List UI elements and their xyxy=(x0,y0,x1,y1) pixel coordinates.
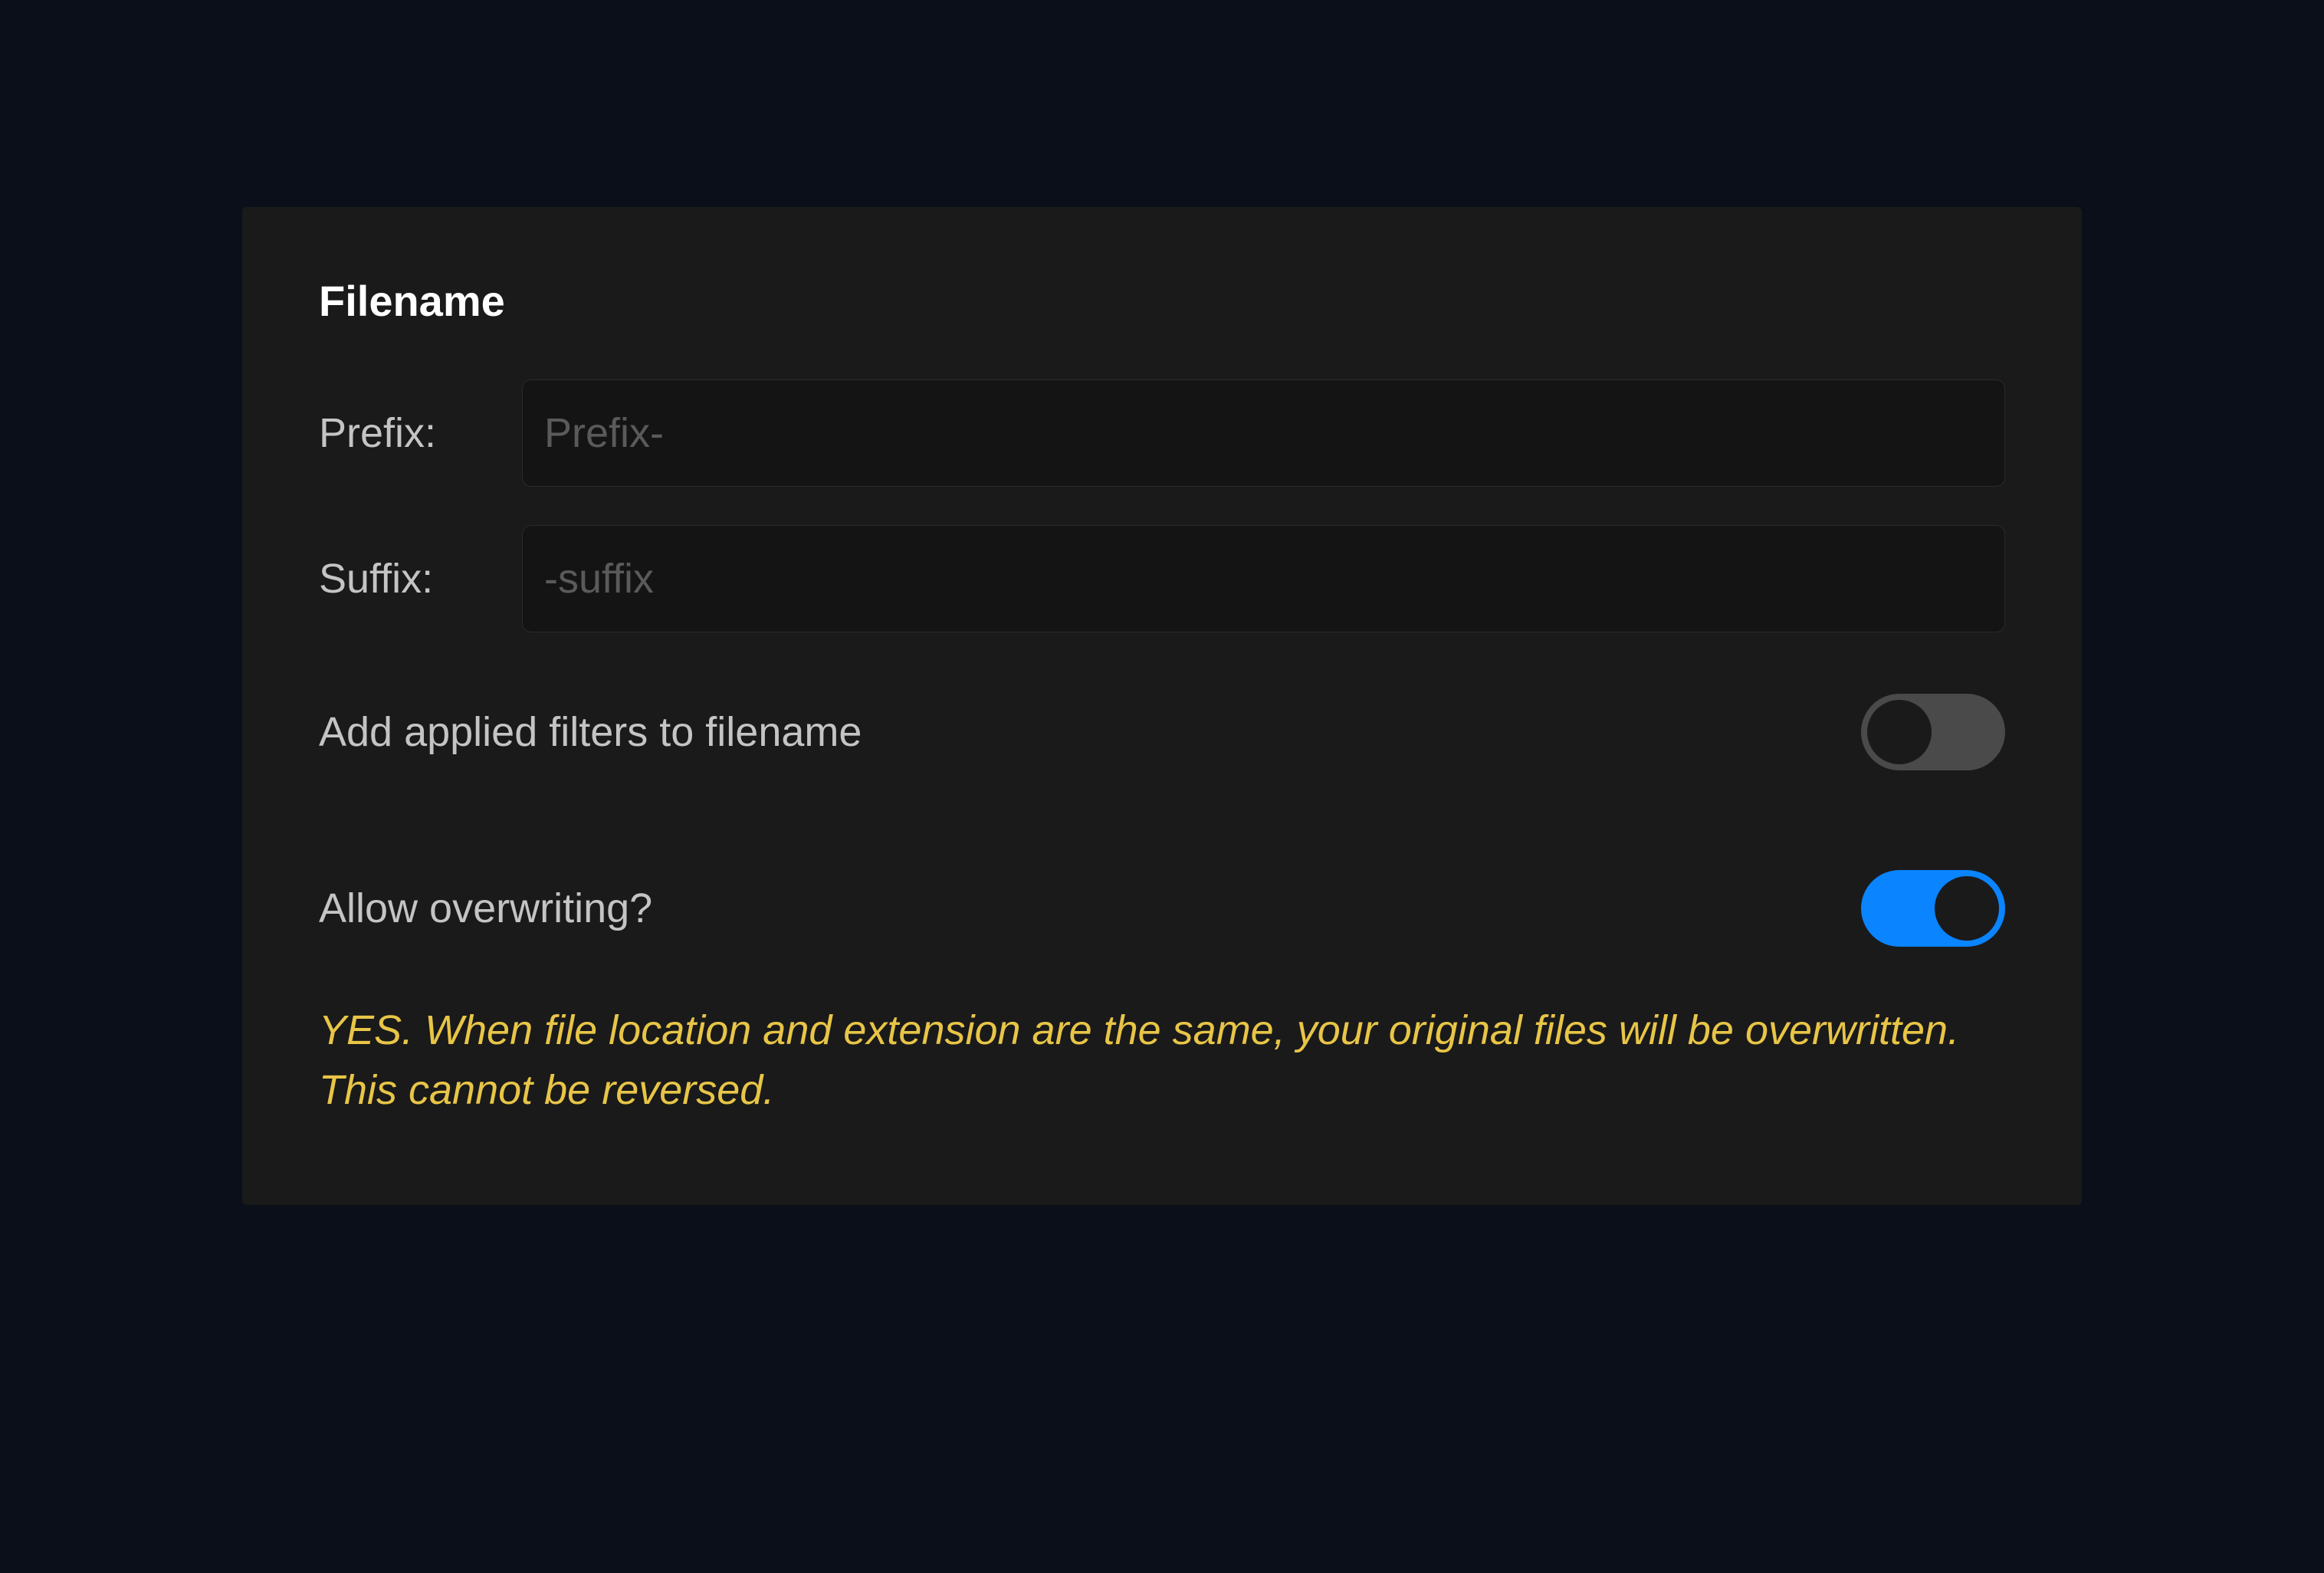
suffix-row: Suffix: xyxy=(319,525,2005,632)
add-filters-row: Add applied filters to filename xyxy=(319,694,2005,770)
prefix-input[interactable] xyxy=(522,379,2005,487)
prefix-label: Prefix: xyxy=(319,409,491,457)
overwrite-warning: YES. When file location and extension ar… xyxy=(319,1000,2005,1121)
filename-settings-panel: Filename Prefix: Suffix: Add applied fil… xyxy=(242,207,2082,1205)
add-filters-label: Add applied filters to filename xyxy=(319,708,862,756)
suffix-input[interactable] xyxy=(522,525,2005,632)
toggle-knob xyxy=(1867,700,1932,764)
add-filters-toggle[interactable] xyxy=(1861,694,2005,770)
allow-overwrite-row: Allow overwriting? xyxy=(319,870,2005,947)
prefix-row: Prefix: xyxy=(319,379,2005,487)
allow-overwrite-toggle[interactable] xyxy=(1861,870,2005,947)
allow-overwrite-label: Allow overwriting? xyxy=(319,885,652,932)
suffix-label: Suffix: xyxy=(319,555,491,603)
toggle-knob xyxy=(1935,876,1999,941)
panel-title: Filename xyxy=(319,276,2005,326)
